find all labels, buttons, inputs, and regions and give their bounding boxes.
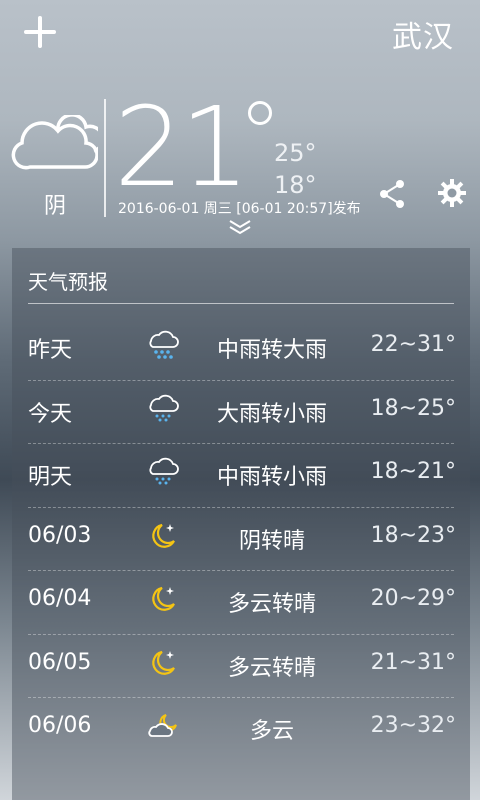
low-temperature: 18°: [274, 171, 317, 199]
top-bar: 武汉: [0, 0, 480, 70]
share-icon[interactable]: [378, 179, 406, 209]
forecast-condition: 大雨转小雨: [216, 401, 327, 427]
cloud-moon-icon: [148, 714, 177, 737]
publish-date: 2016-06-01 周三 [06-01 20:57]发布: [118, 201, 361, 217]
forecast-day: 昨天: [28, 338, 73, 363]
forecast-row: 06/04 多云转晴 20~29°: [12, 570, 470, 634]
forecast-condition: 多云转晴: [227, 655, 316, 681]
forecast-list: 昨天 中雨转大雨 22~31° 今天 大雨转小雨 18~25° 明天 中雨转小雨…: [12, 316, 470, 761]
forecast-condition: 中雨转小雨: [216, 465, 327, 490]
rain-icon: [149, 394, 179, 421]
forecast-condition: 阴转晴: [238, 528, 305, 554]
forecast-day: 06/03: [28, 522, 92, 548]
forecast-row: 昨天 中雨转大雨 22~31°: [12, 316, 470, 380]
moon-icon: [152, 650, 175, 675]
cloud-icon: [11, 115, 98, 170]
forecast-row: 06/05 多云转晴 21~31°: [12, 633, 470, 698]
high-temperature: 25°: [274, 139, 317, 167]
forecast-day: 06/05: [28, 649, 92, 675]
forecast-range: 18~21°: [370, 459, 456, 484]
gear-icon[interactable]: [438, 179, 466, 207]
forecast-condition: 多云: [249, 719, 294, 744]
forecast-title: 天气预报: [28, 270, 108, 294]
forecast-condition: 多云转晴: [227, 592, 316, 617]
degree-symbol: [248, 101, 272, 125]
current-temperature: 21: [114, 83, 250, 211]
current-condition: 阴: [44, 194, 67, 219]
forecast-row: 06/06 多云 23~32°: [12, 697, 470, 761]
forecast-panel: 天气预报 昨天 中雨转大雨 22~31° 今天 大雨转小雨 18~25° 明天 …: [12, 248, 470, 800]
forecast-condition: 中雨转大雨: [216, 338, 327, 363]
add-city-button[interactable]: [22, 14, 58, 50]
forecast-range: 22~31°: [370, 332, 456, 357]
rain-icon: [149, 457, 179, 485]
forecast-day: 06/04: [28, 586, 92, 611]
forecast-range: 18~23°: [370, 522, 456, 548]
forecast-day: 明天: [28, 465, 73, 490]
moon-icon: [152, 586, 175, 611]
forecast-row: 06/03 阴转晴 18~23°: [12, 506, 470, 571]
forecast-range: 20~29°: [370, 586, 456, 611]
current-weather: 阴 21 25° 18° 2016-06-01 周三 [06-01 20:57]…: [0, 87, 480, 245]
chevron-down-icon[interactable]: [228, 219, 252, 235]
divider: [28, 303, 454, 304]
city-name[interactable]: 武汉: [392, 12, 454, 56]
forecast-range: 18~25°: [370, 395, 456, 421]
forecast-row: 今天 大雨转小雨 18~25°: [12, 379, 470, 444]
heavy-rain-icon: [149, 330, 179, 359]
forecast-range: 23~32°: [370, 713, 456, 738]
moon-icon: [152, 523, 175, 548]
forecast-row: 明天 中雨转小雨 18~21°: [12, 443, 470, 507]
forecast-range: 21~31°: [370, 649, 456, 675]
divider: [104, 99, 106, 217]
forecast-day: 今天: [28, 401, 73, 427]
forecast-day: 06/06: [28, 713, 92, 738]
